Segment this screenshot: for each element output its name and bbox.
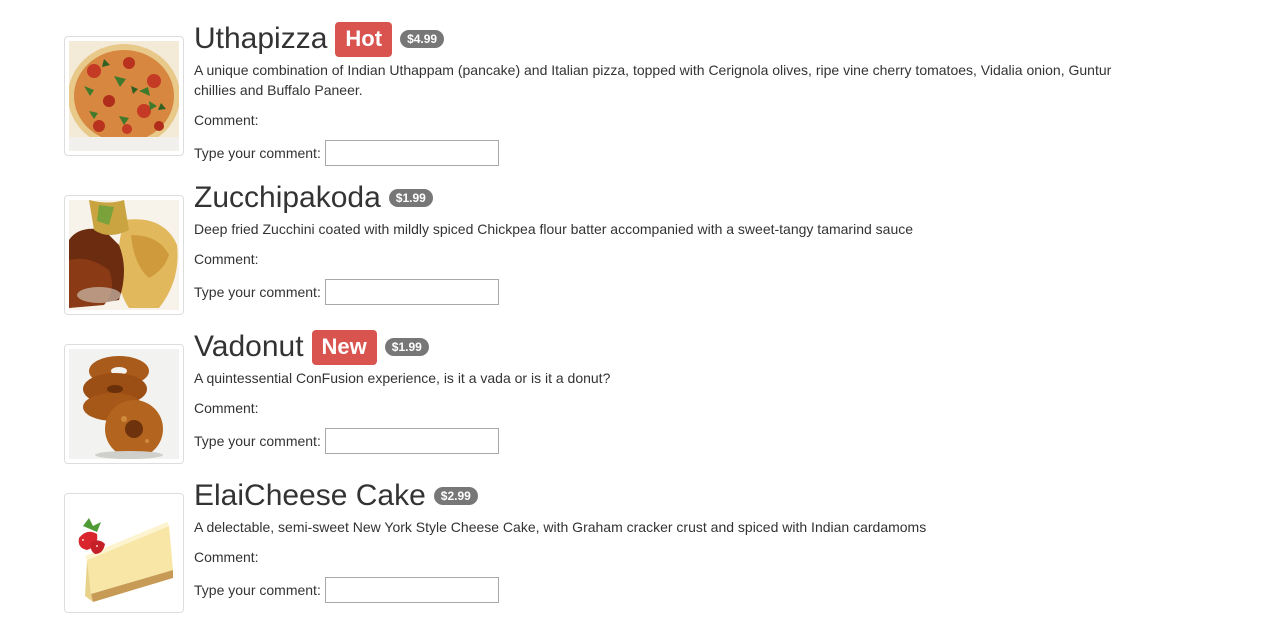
price-badge: $2.99 xyxy=(433,487,478,505)
comment-input[interactable] xyxy=(324,428,499,454)
pakoda-image xyxy=(69,200,179,310)
comment-display: Comment: xyxy=(194,400,259,416)
vadonut-image xyxy=(69,349,179,459)
price-badge: $1.99 xyxy=(388,189,433,207)
comment-form: Type your comment: xyxy=(194,577,1154,603)
comment-form: Type your comment: xyxy=(194,279,1154,305)
dish-name: Zucchipakoda xyxy=(194,181,381,214)
menu-list: Uthapizza Hot $4.99 A unique combination… xyxy=(0,0,1288,634)
comment-display: Comment: xyxy=(194,112,259,128)
price-badge: $4.99 xyxy=(400,30,445,48)
comment-display: Comment: xyxy=(194,251,259,267)
dish-thumbnail[interactable] xyxy=(64,195,184,315)
comment-prompt-label: Type your comment: xyxy=(194,284,321,300)
pizza-image xyxy=(69,41,179,151)
comment-form: Type your comment: xyxy=(194,428,1154,454)
comment-form: Type your comment: xyxy=(194,140,1154,166)
comment-input[interactable] xyxy=(324,279,499,305)
dish-item: Zucchipakoda $1.99 Deep fried Zucchini c… xyxy=(64,181,1164,335)
dish-item: Uthapizza Hot $4.99 A unique combination… xyxy=(64,21,1164,176)
price-badge: $1.99 xyxy=(384,338,429,356)
comment-input[interactable] xyxy=(324,577,499,603)
dish-heading: Uthapizza Hot $4.99 xyxy=(194,20,1154,58)
dish-thumbnail[interactable] xyxy=(64,344,184,464)
dish-description: A quintessential ConFusion experience, i… xyxy=(194,370,611,386)
dish-description: A unique combination of Indian Uthappam … xyxy=(194,62,1112,98)
dish-description: Deep fried Zucchini coated with mildly s… xyxy=(194,221,914,237)
dish-item: Vadonut New $1.99 A quintessential ConFu… xyxy=(64,329,1164,484)
dish-heading: ElaiCheese Cake $2.99 xyxy=(194,477,1154,515)
dish-thumbnail[interactable] xyxy=(64,36,184,156)
dish-thumbnail[interactable] xyxy=(64,493,184,613)
dish-name: Uthapizza xyxy=(194,22,328,55)
dish-item: ElaiCheese Cake $2.99 A delectable, semi… xyxy=(64,479,1164,633)
dish-label-badge: New xyxy=(311,329,377,365)
dish-name: ElaiCheese Cake xyxy=(194,479,426,512)
comment-prompt-label: Type your comment: xyxy=(194,433,321,449)
dish-description: A delectable, semi-sweet New York Style … xyxy=(194,519,927,535)
comment-display: Comment: xyxy=(194,549,259,565)
comment-input[interactable] xyxy=(324,140,499,166)
comment-prompt-label: Type your comment: xyxy=(194,145,321,161)
dish-name: Vadonut xyxy=(194,330,304,363)
dish-heading: Vadonut New $1.99 xyxy=(194,328,1154,366)
dish-label-badge: Hot xyxy=(335,21,393,57)
comment-prompt-label: Type your comment: xyxy=(194,582,321,598)
cheesecake-image xyxy=(69,498,179,608)
dish-heading: Zucchipakoda $1.99 xyxy=(194,179,1154,217)
